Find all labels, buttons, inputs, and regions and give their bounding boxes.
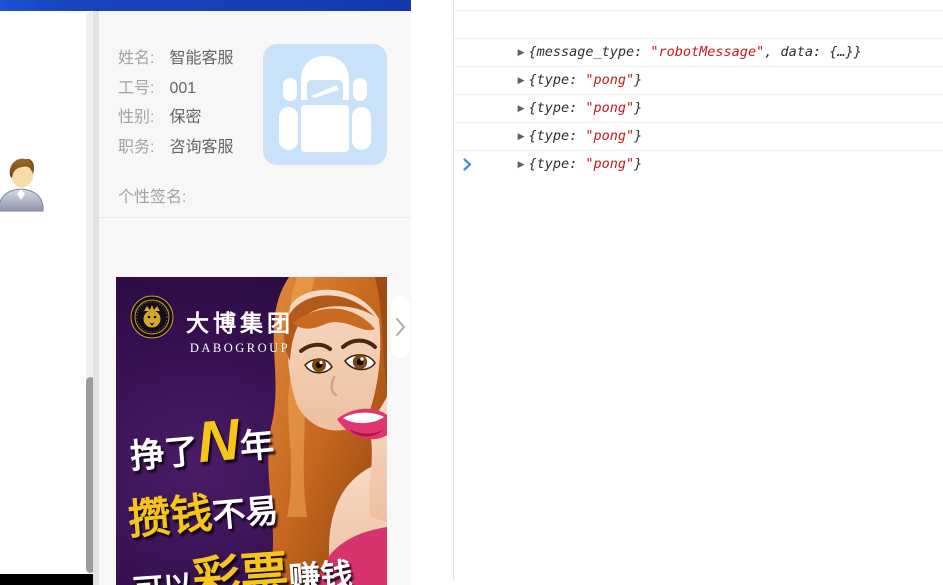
name-value: 智能客服 [169, 50, 233, 67]
disclosure-triangle-icon[interactable]: ▶ [518, 95, 525, 122]
devtools-console: ▶{type: "pong"} ▶{message_type: "robotMe… [411, 0, 943, 585]
bottom-black-strip [0, 574, 100, 585]
page-top-blue-bar [0, 0, 411, 11]
agent-profile-panel: 姓名: 智能客服 工号: 001 性别: 保密 职务: 咨询客服 [93, 11, 411, 585]
name-label: 姓名: [118, 44, 165, 74]
title-label: 职务: [118, 133, 165, 163]
ad-brand-chinese: 大博集团 [180, 304, 300, 338]
console-prompt-icon [463, 158, 472, 171]
visitor-avatar-icon [0, 154, 45, 212]
profile-row-name: 姓名: 智能客服 [118, 44, 233, 74]
dabo-group-logo-icon [130, 295, 174, 339]
lottery-ad-banner[interactable]: 大博集团 DABOGROUP 挣了N年 攒钱不易 可以彩票赚钱 [116, 277, 387, 585]
ad-brand-text: 大博集团 DABOGROUP [180, 304, 300, 356]
panel-divider [99, 217, 411, 218]
robot-avatar-icon [263, 44, 387, 165]
id-value: 001 [169, 80, 196, 97]
screenshot-root: 姓名: 智能客服 工号: 001 性别: 保密 职务: 咨询客服 [0, 0, 943, 585]
gender-value: 保密 [169, 109, 201, 126]
console-log: ▶{type: "pong"} ▶{message_type: "robotMe… [454, 0, 943, 184]
profile-row-title: 职务: 咨询客服 [118, 133, 233, 163]
disclosure-triangle-icon[interactable]: ▶ [518, 123, 525, 150]
disclosure-triangle-icon[interactable]: ▶ [518, 67, 525, 94]
signature-label: 个性签名: [118, 183, 186, 207]
disclosure-triangle-icon[interactable]: ▶ [518, 151, 525, 178]
id-label: 工号: [118, 74, 165, 104]
profile-row-gender: 性别: 保密 [118, 103, 233, 133]
console-row-robot-message[interactable]: ▶{message_type: "robotMessage", data: {…… [454, 11, 943, 39]
chevron-right-icon [395, 317, 406, 337]
ad-brand-english: DABOGROUP [180, 341, 300, 356]
console-row-clipped[interactable]: ▶{type: "pong"} [454, 0, 943, 11]
disclosure-triangle-icon[interactable]: ▶ [518, 39, 525, 66]
gender-label: 性别: [118, 103, 165, 133]
carousel-next-button[interactable] [391, 296, 410, 358]
page-left-column [0, 11, 93, 574]
title-value: 咨询客服 [169, 139, 233, 156]
profile-fields: 姓名: 智能客服 工号: 001 性别: 保密 职务: 咨询客服 [118, 44, 233, 162]
profile-row-id: 工号: 001 [118, 74, 233, 104]
